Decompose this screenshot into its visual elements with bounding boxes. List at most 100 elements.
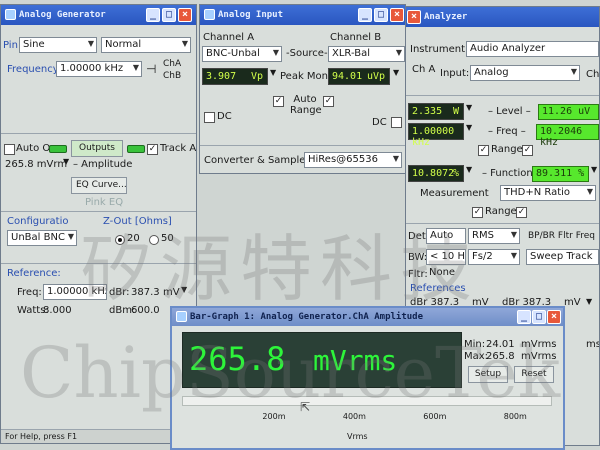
bargraph-tick-label: 200m — [262, 412, 286, 421]
mode-select[interactable]: Normal ▼ — [101, 37, 191, 53]
chevron-down-icon[interactable]: ▼ — [181, 285, 187, 294]
generator-titlebar[interactable]: Analog Generator _ □ × — [1, 5, 196, 25]
frequency-input[interactable]: 1.00000 kHz ▼ — [56, 61, 142, 77]
auto-range-a-checkbox[interactable]: ✓ — [273, 96, 284, 107]
eq-curve-button[interactable]: EQ Curve... — [71, 177, 127, 194]
input-select[interactable]: Analog ▼ — [470, 65, 580, 81]
sweep-track-select[interactable]: Sweep Track — [526, 249, 599, 265]
ref-dbr-value[interactable]: 387.3 — [131, 287, 160, 298]
det-select[interactable]: Auto — [426, 228, 466, 244]
zout-50-label: 50 — [161, 233, 174, 244]
window-icon — [204, 9, 215, 20]
chevron-down-icon[interactable]: ▼ — [586, 297, 592, 306]
function-b-meter: 89.311 % — [532, 166, 589, 182]
range-b-checkbox[interactable]: ✓ — [522, 145, 533, 156]
function-range-checkbox[interactable]: ✓ — [472, 207, 483, 218]
ref-dbr-unit: mV — [163, 287, 180, 298]
maximize-icon[interactable]: □ — [532, 310, 546, 324]
dc-a-checkbox[interactable] — [204, 112, 215, 123]
chevron-down-icon[interactable]: ▼ — [466, 123, 472, 132]
chevron-down-icon: ▼ — [395, 48, 402, 57]
amplitude-value[interactable]: 265.8 mVrm — [5, 159, 67, 170]
measurement-label: Measurement — [420, 188, 489, 199]
ref-freq-input[interactable]: 1.00000 kHz — [43, 284, 107, 300]
analyzer-titlebar[interactable]: × Analyzer — [406, 7, 599, 27]
maximize-icon[interactable]: □ — [374, 8, 388, 22]
outputs-button[interactable]: Outputs — [71, 140, 123, 157]
chevron-down-icon: ▼ — [181, 39, 188, 48]
min-value: 24.01 — [486, 339, 515, 350]
minimize-icon[interactable]: _ — [517, 310, 531, 324]
converter-select[interactable]: HiRes@65536 ▼ — [304, 152, 402, 168]
source-a-select[interactable]: BNC-Unbal ▼ — [202, 46, 282, 62]
channel-link-icon: ⊣ — [146, 62, 157, 76]
outputs-led — [127, 145, 145, 153]
chevron-down-icon: ▼ — [272, 48, 279, 57]
status-text: For Help, press F1 — [5, 432, 78, 441]
minimize-icon[interactable]: _ — [358, 8, 372, 22]
bargraph-title: Bar-Graph 1: Analog Generator.ChA Amplit… — [190, 312, 423, 322]
bargraph-readout: 265.8 mVrms — [182, 332, 462, 388]
chevron-down-icon: ▼ — [392, 154, 399, 163]
ref-dbr-label: dBr: — [109, 287, 130, 298]
fs2-select[interactable]: Fs/2 ▼ — [468, 249, 520, 265]
analyzer-title: Analyzer — [424, 12, 468, 22]
source-b-select[interactable]: XLR-Bal ▼ — [328, 46, 405, 62]
chevron-down-icon[interactable]: ▼ — [466, 165, 472, 174]
auto-on-led — [49, 145, 67, 153]
zout-label: Z-Out [Ohms] — [103, 216, 172, 227]
close-icon[interactable]: × — [178, 8, 192, 22]
zout-20-label: 20 — [127, 233, 140, 244]
auto-range-b-checkbox[interactable]: ✓ — [323, 96, 334, 107]
configuration-select[interactable]: UnBal BNC ▼ — [7, 230, 77, 246]
track-a-checkbox[interactable]: ✓ — [147, 144, 158, 155]
bw-select[interactable]: < 10 Hz — [426, 249, 466, 265]
auto-on-checkbox[interactable] — [4, 144, 15, 155]
close-icon[interactable]: × — [407, 10, 421, 24]
zout-20-radio[interactable] — [115, 235, 125, 245]
fltr-label: Fltr: — [408, 269, 428, 280]
ref-dbm-value[interactable]: 600.0 — [131, 305, 160, 316]
minimize-icon[interactable]: _ — [146, 8, 160, 22]
window-icon — [5, 9, 16, 20]
frequency-label: Frequency: — [7, 64, 62, 75]
range-checkbox[interactable]: ✓ — [478, 145, 489, 156]
configuration-label: Configuratio — [7, 216, 69, 227]
measurement-select[interactable]: THD+N Ratio ▼ — [500, 185, 596, 201]
instrument-select[interactable]: Audio Analyzer — [466, 41, 599, 57]
function-range-b-checkbox[interactable]: ✓ — [516, 207, 527, 218]
fltr-select[interactable]: None — [426, 266, 486, 282]
level-b-meter: 11.26 uV — [538, 104, 599, 120]
analog-input-window: Analog Input _ □ × Channel A Channel B B… — [199, 4, 406, 174]
min-label: Min: — [464, 339, 486, 350]
reset-button[interactable]: Reset — [514, 366, 554, 383]
bargraph-value: 265.8 — [189, 340, 286, 378]
zout-50-radio[interactable] — [149, 235, 159, 245]
instrument-label: Instrument — [410, 44, 466, 55]
auto-range-label: Auto Range — [290, 94, 322, 116]
ref-watts-value[interactable]: 8.000 — [43, 305, 72, 316]
chevron-down-icon[interactable]: ▼ — [270, 68, 276, 77]
chevron-down-icon: ▼ — [570, 67, 577, 76]
close-icon[interactable]: × — [390, 8, 404, 22]
ref-dbr-b-unit: mV — [564, 297, 581, 308]
input-titlebar[interactable]: Analog Input _ □ × — [200, 5, 405, 25]
chevron-down-icon[interactable]: ▼ — [591, 165, 597, 174]
close-icon[interactable]: × — [547, 310, 561, 324]
setup-button[interactable]: Setup — [468, 366, 508, 383]
bargraph-titlebar[interactable]: Bar-Graph 1: Analog Generator.ChA Amplit… — [172, 308, 563, 326]
chevron-down-icon: ▼ — [510, 251, 517, 260]
dc-b-checkbox[interactable] — [391, 117, 402, 128]
level-label: – Level – — [488, 106, 531, 117]
chevron-down-icon[interactable]: ▼ — [63, 157, 69, 166]
chevron-down-icon[interactable]: ▼ — [466, 103, 472, 112]
input-title: Analog Input — [218, 10, 284, 20]
references-label: References — [410, 283, 466, 294]
maximize-icon[interactable]: □ — [162, 8, 176, 22]
chevron-down-icon[interactable]: ▼ — [393, 68, 399, 77]
source-label: -Source- — [286, 48, 328, 59]
dc-b-label: DC — [372, 117, 387, 128]
bargraph-axis-label: Vrms — [347, 432, 368, 441]
waveform-select[interactable]: Sine ▼ — [19, 37, 97, 53]
rms-select[interactable]: RMS ▼ — [468, 228, 520, 244]
